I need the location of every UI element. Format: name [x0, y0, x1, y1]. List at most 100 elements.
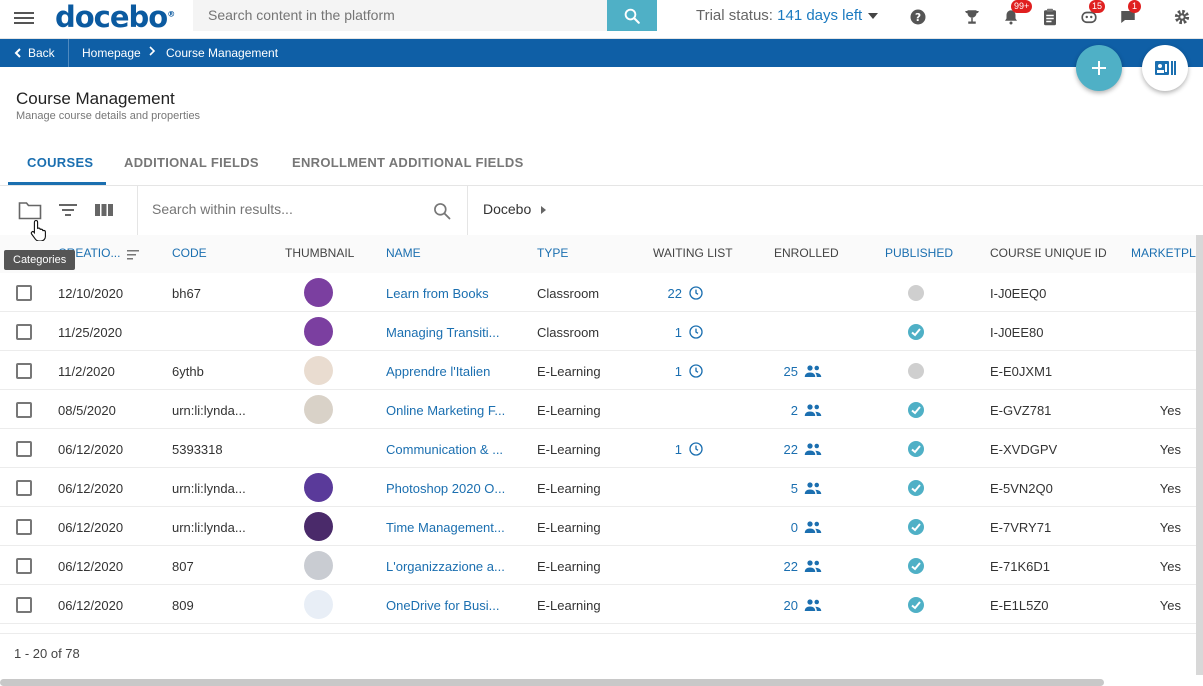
published-check-icon[interactable] — [908, 558, 924, 574]
search-icon[interactable] — [432, 201, 452, 226]
row-enrolled-count[interactable]: 2 — [760, 403, 798, 418]
row-checkbox[interactable] — [16, 519, 32, 535]
row-waiting-count[interactable]: 1 — [640, 442, 682, 457]
published-check-icon[interactable] — [908, 402, 924, 418]
row-type: E-Learning — [537, 442, 601, 457]
row-course-name[interactable]: Managing Transiti... — [386, 325, 499, 340]
row-course-uid: E-GVZ781 — [990, 403, 1052, 418]
row-checkbox[interactable] — [16, 363, 32, 379]
help-icon[interactable]: ? — [907, 7, 929, 27]
platform-search-input[interactable] — [193, 0, 607, 31]
sort-icon[interactable] — [127, 247, 139, 265]
row-course-name[interactable]: Time Management... — [386, 520, 505, 535]
row-course-name[interactable]: L'organizzazione a... — [386, 559, 505, 574]
row-code: 5393318 — [172, 442, 223, 457]
row-checkbox[interactable] — [16, 441, 32, 457]
gear-icon[interactable] — [1171, 7, 1193, 27]
published-check-icon[interactable] — [908, 597, 924, 613]
course-thumbnail[interactable] — [304, 356, 333, 385]
row-waiting-count[interactable]: 1 — [640, 364, 682, 379]
trophy-icon[interactable] — [961, 7, 983, 27]
row-course-uid: I-J0EEQ0 — [990, 286, 1047, 301]
row-code: 809 — [172, 598, 194, 613]
tab-courses[interactable]: COURSES — [27, 155, 93, 170]
add-course-button[interactable] — [1076, 45, 1122, 91]
row-checkbox[interactable] — [16, 402, 32, 418]
tab-additional-fields[interactable]: ADDITIONAL FIELDS — [124, 155, 259, 170]
catalog-button[interactable] — [1142, 45, 1188, 91]
course-thumbnail[interactable] — [304, 473, 333, 502]
breadcrumb-divider — [68, 39, 69, 67]
row-course-name[interactable]: Photoshop 2020 O... — [386, 481, 505, 496]
caret-down-icon — [868, 13, 879, 20]
row-checkbox[interactable] — [16, 324, 32, 340]
row-enrolled-count[interactable]: 25 — [760, 364, 798, 379]
row-checkbox[interactable] — [16, 597, 32, 613]
clock-icon — [688, 363, 704, 384]
back-button[interactable]: Back — [14, 46, 55, 60]
column-header-course-unique-id: COURSE UNIQUE ID — [990, 246, 1107, 260]
course-thumbnail[interactable] — [304, 551, 333, 580]
tab-enrollment-additional-fields[interactable]: ENROLLMENT ADDITIONAL FIELDS — [292, 155, 524, 170]
row-course-name[interactable]: Learn from Books — [386, 286, 489, 301]
course-thumbnail[interactable] — [304, 434, 333, 463]
published-check-icon[interactable] — [908, 480, 924, 496]
column-header-code[interactable]: CODE — [172, 246, 207, 260]
page-title: Course Management — [16, 89, 175, 108]
menu-icon[interactable] — [14, 9, 34, 25]
breadcrumb-homepage[interactable]: Homepage — [82, 46, 141, 60]
hand-cursor-icon — [30, 219, 48, 246]
categories-button[interactable] — [18, 199, 42, 221]
search-button[interactable] — [607, 0, 657, 31]
notifications-bell-icon[interactable]: 99+ — [1000, 0, 1033, 27]
row-waiting-count[interactable]: 22 — [640, 286, 682, 301]
row-checkbox[interactable] — [16, 558, 32, 574]
course-thumbnail[interactable] — [304, 278, 333, 307]
row-type: E-Learning — [537, 559, 601, 574]
vertical-scrollbar[interactable] — [1196, 235, 1203, 675]
chat-bot-icon[interactable]: 15 — [1078, 0, 1106, 27]
course-thumbnail[interactable] — [304, 395, 333, 424]
docebo-logo[interactable]: docebo® — [55, 0, 175, 34]
column-header-type[interactable]: TYPE — [537, 246, 568, 260]
row-enrolled-count[interactable]: 0 — [760, 520, 798, 535]
row-checkbox[interactable] — [16, 480, 32, 496]
row-course-name[interactable]: Communication & ... — [386, 442, 503, 457]
column-header-marketplace[interactable]: MARKETPLA — [1131, 246, 1196, 260]
row-course-name[interactable]: OneDrive for Busi... — [386, 598, 499, 613]
published-check-icon[interactable] — [908, 519, 924, 535]
category-breadcrumb[interactable]: Docebo — [483, 201, 547, 217]
course-thumbnail[interactable] — [304, 317, 333, 346]
toolbar-divider — [467, 186, 468, 235]
search-within-results-input[interactable] — [152, 201, 422, 217]
clock-icon — [688, 441, 704, 462]
horizontal-scrollbar[interactable] — [0, 679, 1104, 686]
row-checkbox[interactable] — [16, 285, 32, 301]
unpublished-dot-icon[interactable] — [908, 363, 924, 379]
columns-button[interactable] — [92, 199, 116, 221]
column-header-name[interactable]: NAME — [386, 246, 421, 260]
row-enrolled-count[interactable]: 22 — [760, 442, 798, 457]
clipboard-icon[interactable] — [1039, 7, 1061, 27]
clock-icon — [688, 324, 704, 345]
trial-status[interactable]: Trial status: 141 days left — [696, 7, 879, 24]
published-check-icon[interactable] — [908, 324, 924, 340]
course-thumbnail[interactable] — [304, 512, 333, 541]
row-waiting-count[interactable]: 1 — [640, 325, 682, 340]
row-course-name[interactable]: Apprendre l'Italien — [386, 364, 490, 379]
row-enrolled-count[interactable]: 20 — [760, 598, 798, 613]
unpublished-dot-icon[interactable] — [908, 285, 924, 301]
messages-icon[interactable]: 1 — [1117, 0, 1141, 27]
column-header-published[interactable]: PUBLISHED — [885, 246, 953, 260]
row-enrolled-count[interactable]: 22 — [760, 559, 798, 574]
filter-button[interactable] — [56, 199, 80, 221]
row-creation-date: 06/12/2020 — [58, 598, 124, 613]
published-check-icon[interactable] — [908, 441, 924, 457]
row-code: urn:li:lynda... — [172, 520, 246, 535]
row-course-uid: E-E1L5Z0 — [990, 598, 1049, 613]
row-course-uid: E-5VN2Q0 — [990, 481, 1053, 496]
row-course-uid: I-J0EE80 — [990, 325, 1044, 340]
course-thumbnail[interactable] — [304, 590, 333, 619]
row-enrolled-count[interactable]: 5 — [760, 481, 798, 496]
row-course-name[interactable]: Online Marketing F... — [386, 403, 505, 418]
